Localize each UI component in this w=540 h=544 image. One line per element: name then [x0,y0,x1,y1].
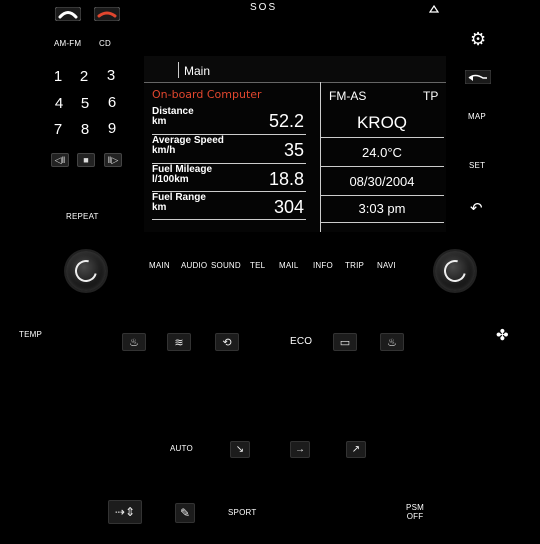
settings-button[interactable]: ⚙ [470,29,486,50]
airflow-body-button[interactable]: → [290,441,310,458]
nav-mail-button[interactable]: MAIL [279,261,298,270]
trip-row-fuel-range[interactable]: Fuel Range km 304 [152,193,304,218]
display-screen: Main On-board Computer Distance km 52.2 … [144,56,446,232]
nav-trip-button[interactable]: TRIP [345,261,364,270]
airflow-windshield-button[interactable]: ↗ [346,441,366,458]
set-button[interactable]: SET [469,161,485,170]
gear-icon: ⚙ [470,29,487,49]
row-value: 18.8 [268,169,304,189]
panel-divider [320,166,444,167]
tab-main[interactable]: Main [184,64,210,78]
preset-5-button[interactable]: 5 [77,95,93,112]
tp-indicator: TP [423,89,439,103]
preset-8-button[interactable]: 8 [77,121,93,138]
auto-button[interactable]: AUTO [170,444,193,453]
am-fm-button[interactable]: AM-FM [54,39,81,48]
nav-navi-button[interactable]: NAVI [377,261,396,270]
psm-off-label: OFF [406,512,424,521]
trip-row-distance[interactable]: Distance km 52.2 [152,107,304,132]
fan-button[interactable]: ✤ [496,326,509,345]
seek-back-button[interactable]: ◁‖ [51,153,69,167]
panel-divider [320,195,444,196]
windshield-defrost-icon: ≋ [174,336,184,349]
row-value: 35 [283,140,304,160]
row-unit: km/h [152,145,176,156]
tuning-knob[interactable] [435,251,475,291]
time-display: 3:03 pm [358,201,406,216]
return-button[interactable] [464,69,492,89]
preset-1-button[interactable]: 1 [50,68,66,85]
radio-band: FM-AS [329,89,367,103]
trip-row-fuel-mileage[interactable]: Fuel Mileage l/100km 18.8 [152,165,304,190]
wrench-icon: ✎ [179,506,191,520]
fan-icon: ✤ [496,327,509,344]
preset-9-button[interactable]: 9 [104,120,120,137]
row-value: 304 [273,197,304,217]
eco-button[interactable]: ECO [290,336,312,347]
seat-heat-icon: ♨ [129,336,139,349]
airflow-body-icon: → [295,444,305,455]
panel-divider [320,222,444,223]
windshield-defrost-button[interactable]: ≋ [167,333,191,351]
trip-row-average-speed[interactable]: Average Speed km/h 35 [152,136,304,161]
nav-sound-button[interactable]: SOUND [211,261,241,270]
preset-6-button[interactable]: 6 [104,94,120,111]
seat-heat-icon: ♨ [387,336,397,349]
sport-button[interactable]: SPORT [228,508,256,517]
recirculation-icon: ⟲ [222,336,232,349]
preset-7-button[interactable]: 7 [50,121,66,138]
phone-hangup-icon [93,6,121,22]
phone-answer-icon [54,6,82,22]
knob-indicator [70,255,102,287]
screen-top-bar: Main [144,56,446,83]
row-divider [152,219,306,220]
seek-back-icon: ◁‖ [54,154,66,165]
rear-defrost-button[interactable]: ▭ [333,333,357,351]
temp-label: TEMP [19,330,43,339]
section-title: On-board Computer [152,88,262,101]
cd-button[interactable]: CD [99,39,111,48]
tools-button[interactable]: ✎ [175,503,195,523]
airflow-feet-button[interactable]: ↘ [230,441,250,458]
psm-off-button[interactable]: PSM OFF [404,503,426,521]
seek-forward-button[interactable]: ‖▷ [104,153,122,167]
back-button[interactable]: ↶ [470,199,483,218]
eject-button[interactable] [428,1,440,19]
nav-audio-button[interactable]: AUDIO [181,261,207,270]
preset-2-button[interactable]: 2 [76,68,92,85]
airflow-windshield-icon: ↗ [351,444,361,455]
nav-info-button[interactable]: INFO [313,261,333,270]
psm-label: PSM [406,503,424,512]
seat-heat-left-button[interactable]: ♨ [122,333,146,351]
seat-heat-right-button[interactable]: ♨ [380,333,404,351]
outside-temperature: 24.0°C [362,145,402,160]
seek-forward-icon: ‖▷ [107,154,119,165]
panel-divider [320,137,444,138]
knob-indicator [439,255,471,287]
sos-button[interactable]: SOS [250,2,277,13]
volume-knob[interactable] [66,251,106,291]
rear-defrost-icon: ▭ [339,336,351,349]
back-arrow-icon: ↶ [470,200,483,217]
repeat-button[interactable]: REPEAT [66,212,99,221]
stop-button[interactable]: ■ [77,153,95,167]
recirculation-button[interactable]: ⟲ [215,333,239,351]
eject-icon [428,4,440,13]
stop-icon: ■ [83,155,89,165]
nav-main-button[interactable]: MAIN [149,261,170,270]
spoiler-icon: ⇢⇕ [114,505,136,519]
preset-4-button[interactable]: 4 [51,95,67,112]
row-value: 52.2 [268,111,304,131]
spoiler-button[interactable]: ⇢⇕ [108,500,142,524]
map-button[interactable]: MAP [468,112,486,121]
tab-separator [178,62,179,78]
preset-3-button[interactable]: 3 [103,67,119,84]
station-name: KROQ [356,113,408,132]
date-display: 08/30/2004 [349,174,415,189]
curve-arrow-icon [464,69,492,85]
airflow-feet-icon: ↘ [235,444,245,455]
phone-answer-button[interactable] [54,6,82,26]
phone-hangup-button[interactable] [93,6,121,26]
nav-tel-button[interactable]: TEL [250,261,265,270]
